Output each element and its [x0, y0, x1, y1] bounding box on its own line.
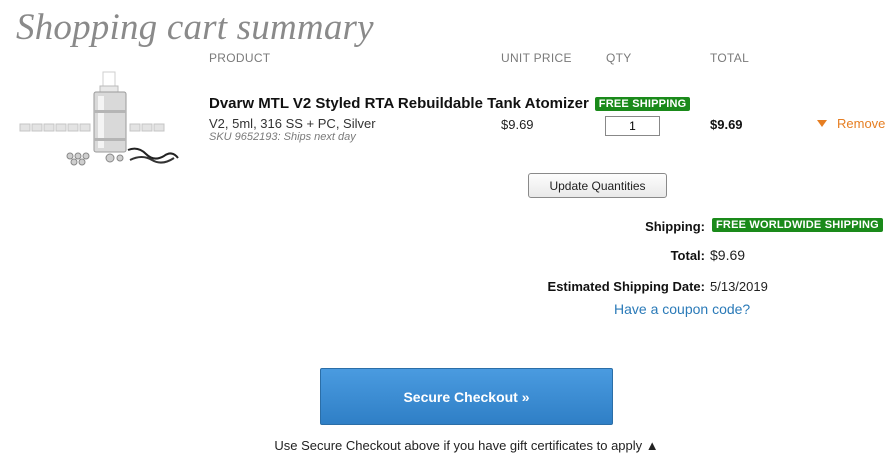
- total-value: $9.69: [710, 247, 746, 263]
- column-header-qty: QTY: [606, 51, 632, 65]
- secure-checkout-button[interactable]: Secure Checkout »: [320, 368, 613, 425]
- update-quantities-button[interactable]: Update Quantities: [528, 173, 667, 198]
- free-worldwide-shipping-badge: FREE WORLDWIDE SHIPPING: [712, 218, 883, 232]
- page-title: Shopping cart summary: [16, 7, 374, 48]
- free-shipping-badge: FREE SHIPPING: [594, 96, 691, 111]
- column-header-unit-price: UNIT PRICE: [501, 51, 572, 65]
- estimated-shipping-label: Estimated Shipping Date:: [547, 279, 705, 294]
- product-atomizer-icon: [19, 71, 179, 166]
- remove-label: Remove: [837, 116, 886, 131]
- total-label: Total:: [670, 248, 705, 263]
- unit-price: $9.69: [501, 117, 534, 132]
- column-header-product: PRODUCT: [209, 51, 271, 65]
- remove-link[interactable]: Remove: [817, 116, 885, 131]
- estimated-shipping-date: 5/13/2019: [710, 279, 768, 294]
- shipping-label: Shipping:: [645, 219, 705, 234]
- line-total: $9.69: [710, 117, 743, 132]
- triangle-down-icon: [817, 120, 827, 127]
- coupon-code-link[interactable]: Have a coupon code?: [614, 301, 750, 317]
- quantity-input[interactable]: [605, 116, 660, 136]
- product-variant: V2, 5ml, 316 SS + PC, Silver: [209, 116, 376, 131]
- product-image[interactable]: [18, 70, 188, 170]
- product-name-row: Dvarw MTL V2 Styled RTA Rebuildable Tank…: [209, 95, 691, 112]
- product-name-link[interactable]: Dvarw MTL V2 Styled RTA Rebuildable Tank…: [209, 95, 589, 112]
- product-sku: SKU 9652193: Ships next day: [209, 131, 356, 143]
- gift-certificate-note: Use Secure Checkout above if you have gi…: [274, 438, 659, 453]
- column-header-total: TOTAL: [710, 51, 750, 65]
